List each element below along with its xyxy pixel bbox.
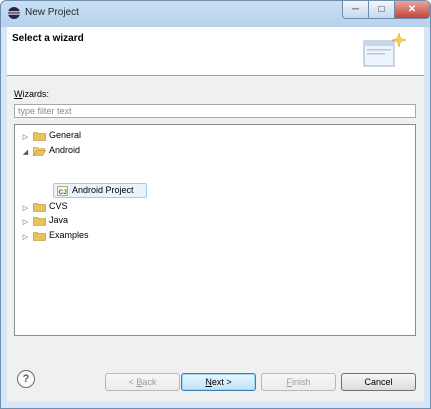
wizard-tree[interactable]: ▷ General ◢ Android CJ Android Project ▷ [14, 124, 416, 336]
expand-arrow-icon[interactable]: ▷ [21, 203, 30, 212]
cancel-button-label: Cancel [364, 377, 393, 387]
back-button-prefix: < [128, 377, 137, 387]
eclipse-icon [8, 7, 20, 19]
filter-input[interactable] [14, 104, 416, 118]
android-project-icon: CJ [57, 186, 68, 196]
collapse-arrow-icon[interactable]: ◢ [21, 147, 30, 156]
help-icon: ? [22, 373, 30, 385]
title-bar[interactable]: New Project ─ □ ✕ [1, 1, 430, 25]
folder-icon [33, 132, 46, 141]
cancel-button[interactable]: Cancel [341, 373, 416, 391]
expand-arrow-icon[interactable]: ▷ [21, 217, 30, 226]
close-button[interactable]: ✕ [394, 1, 430, 19]
window-title: New Project [25, 7, 79, 18]
minimize-button[interactable]: ─ [342, 1, 369, 19]
svg-text:CJ: CJ [59, 189, 68, 196]
next-button[interactable]: Next > [181, 373, 256, 391]
wizard-banner: Select a wizard [7, 27, 424, 76]
tree-item-android-project[interactable]: CJ Android Project [53, 183, 147, 198]
finish-button[interactable]: Finish [261, 373, 336, 391]
wizard-banner-icon [363, 32, 407, 67]
next-button-rest: ext > [211, 377, 232, 387]
tree-item-label: General [49, 130, 82, 140]
banner-title: Select a wizard [12, 33, 84, 44]
finish-button-rest: inish [291, 377, 311, 387]
expand-arrow-icon[interactable]: ▷ [21, 132, 30, 141]
maximize-button[interactable]: □ [368, 1, 395, 19]
tree-item-label: Android Project [72, 185, 134, 195]
tree-item-label: Examples [49, 230, 89, 240]
wizards-label-mnemonic: W [14, 89, 23, 99]
maximize-icon: □ [378, 4, 385, 15]
folder-icon [33, 232, 46, 241]
expand-arrow-icon[interactable]: ▷ [21, 232, 30, 241]
close-icon: ✕ [407, 4, 417, 15]
folder-open-icon [33, 147, 46, 156]
minimize-icon: ─ [351, 4, 360, 15]
folder-icon [33, 217, 46, 226]
tree-item-label: CVS [49, 201, 68, 211]
dialog-window: New Project ─ □ ✕ Select a wizard Wizard… [0, 0, 431, 409]
folder-icon [33, 203, 46, 212]
wizards-label: Wizards: [14, 89, 49, 99]
tree-item-label: Java [49, 215, 69, 225]
help-button[interactable]: ? [17, 370, 35, 388]
back-button-rest: ack [142, 377, 157, 387]
back-button[interactable]: < Back [105, 373, 180, 391]
wizards-label-rest: izards: [22, 89, 50, 99]
dialog-client-area: Select a wizard Wizards: ▷ General ◢ [7, 27, 424, 402]
tree-item-label: Android [49, 145, 81, 155]
